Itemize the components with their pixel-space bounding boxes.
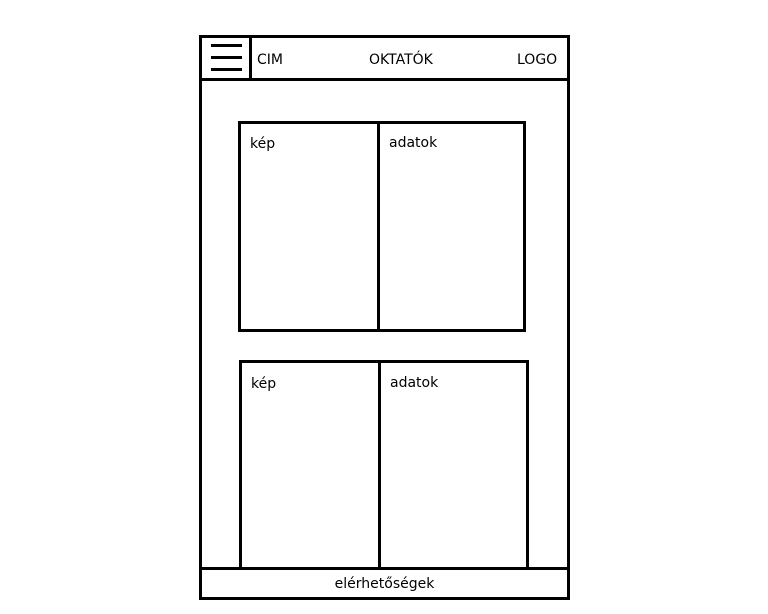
- logo[interactable]: LOGO: [517, 52, 557, 68]
- card-image-placeholder: kép: [250, 136, 276, 152]
- menu-button[interactable]: [202, 38, 252, 78]
- site-title[interactable]: CIM: [257, 52, 283, 68]
- card-divider: [378, 363, 381, 567]
- header-bar: CIM OKTATÓK LOGO: [202, 38, 567, 81]
- card-image-placeholder: kép: [251, 376, 277, 392]
- card-data-placeholder: adatok: [389, 135, 438, 151]
- phone-frame: CIM OKTATÓK LOGO kép adatok kép adatok e…: [199, 35, 570, 600]
- instructor-card: kép adatok: [238, 121, 526, 332]
- card-divider: [377, 124, 380, 329]
- nav-oktatok[interactable]: OKTATÓK: [369, 52, 433, 68]
- card-data-placeholder: adatok: [390, 375, 439, 391]
- instructor-card: kép adatok: [239, 360, 529, 570]
- contacts-link[interactable]: elérhetőségek: [335, 576, 435, 592]
- footer-bar: elérhetőségek: [202, 567, 567, 597]
